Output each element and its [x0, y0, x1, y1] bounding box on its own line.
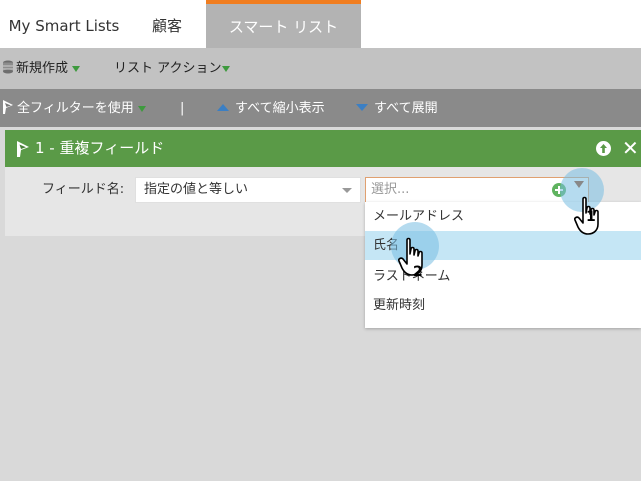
main-toolbar: 新規作成 リスト アクション: [0, 48, 641, 89]
filter-flag-icon: [17, 141, 29, 157]
step-number-1: 1: [586, 209, 596, 225]
chevron-down-icon: [137, 105, 146, 112]
operator-select[interactable]: 指定の値と等しい: [135, 177, 361, 203]
use-all-filters-button[interactable]: 全フィルターを使用: [2, 89, 146, 127]
chevron-down-icon: [574, 181, 584, 188]
filter-toolbar: 全フィルターを使用 | すべて縮小表示 すべて展開: [0, 89, 641, 127]
collapse-up-icon: [217, 104, 229, 111]
expand-all-label: すべて展開: [374, 101, 438, 116]
close-filter-button[interactable]: ✕: [622, 135, 639, 161]
field-name-label: フィールド名:: [42, 182, 125, 197]
toolbar-separator: |: [180, 101, 185, 116]
expand-all-button[interactable]: すべて展開: [356, 89, 438, 127]
tab-my-smart-lists[interactable]: My Smart Lists: [0, 0, 128, 48]
use-all-filters-label: 全フィルターを使用: [17, 101, 134, 116]
move-up-button[interactable]: [596, 141, 611, 156]
filter-card-header[interactable]: 1 - 重複フィールド ✕: [5, 130, 641, 167]
close-icon: ✕: [622, 136, 639, 160]
new-label: 新規作成: [16, 61, 69, 76]
value-select-input[interactable]: 選択...: [365, 177, 589, 204]
dropdown-item-updated-at[interactable]: 更新時刻: [365, 291, 641, 320]
chevron-down-icon: [222, 65, 231, 72]
tab-customers[interactable]: 顧客: [128, 0, 206, 48]
chevron-down-icon: [72, 65, 81, 72]
collapse-all-button[interactable]: すべて縮小表示: [217, 89, 325, 127]
expand-down-icon: [356, 104, 368, 111]
arrow-up-circle-icon: [600, 144, 607, 153]
filter-title: 1 - 重複フィールド: [35, 139, 165, 157]
tab-bar: My Smart Lists 顧客 スマート リスト: [0, 0, 641, 48]
value-placeholder: 選択...: [371, 178, 410, 204]
tab-smart-list[interactable]: スマート リスト: [206, 0, 361, 48]
filter-flag-icon: [3, 100, 13, 114]
database-icon: [3, 60, 13, 74]
list-action-label: リスト アクション: [114, 61, 222, 76]
new-button[interactable]: 新規作成: [2, 48, 81, 89]
step-number-2: 2: [413, 264, 423, 280]
list-action-button[interactable]: リスト アクション: [114, 48, 231, 89]
collapse-all-label: すべて縮小表示: [235, 101, 325, 116]
operator-value: 指定の値と等しい: [144, 182, 249, 197]
chevron-down-icon: [342, 188, 352, 193]
